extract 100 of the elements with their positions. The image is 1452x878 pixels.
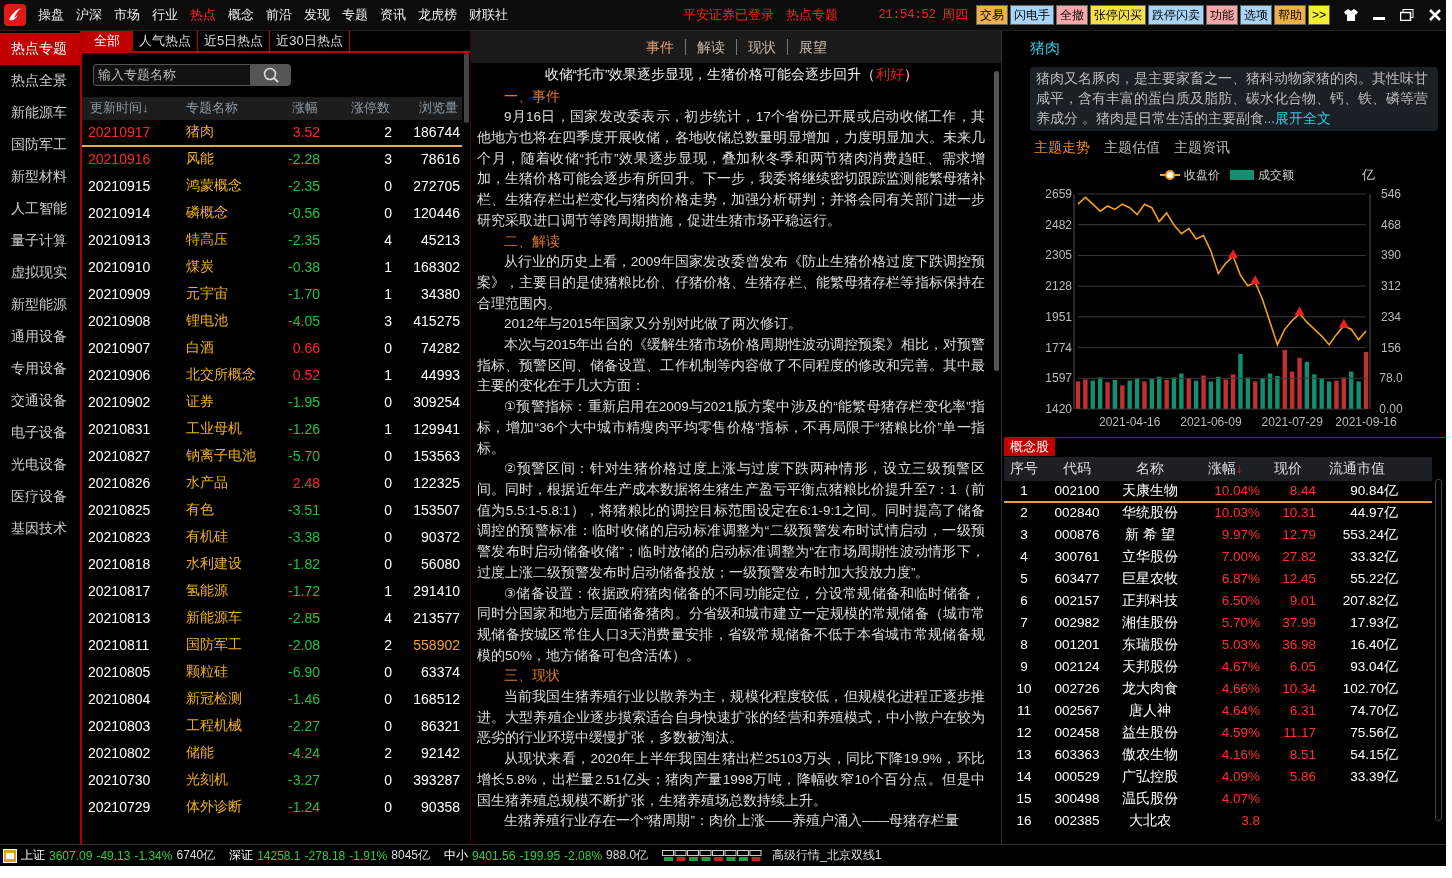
sidebar-item[interactable]: 新能源车 bbox=[0, 96, 80, 129]
toolbar-button[interactable]: 张停闪买 bbox=[1090, 4, 1146, 25]
table-row[interactable]: 20210804 新冠检测 -1.46 0 168512 bbox=[82, 686, 462, 714]
sidebar-item[interactable]: 热点专题 bbox=[0, 32, 80, 65]
table-row[interactable]: 20210915 鸿蒙概念 -2.35 0 272705 bbox=[82, 173, 462, 201]
table-row[interactable]: 20210823 有机硅 -3.38 0 90372 bbox=[82, 524, 462, 552]
toolbar-button[interactable]: 闪电手 bbox=[1010, 4, 1054, 25]
tab[interactable]: 解读 bbox=[684, 38, 736, 55]
table-row[interactable]: 2 002840 华统股份 10.03% 10.31 44.97亿 bbox=[1004, 502, 1432, 525]
column-header[interactable]: 涨幅↓ bbox=[1190, 459, 1260, 478]
menu-item[interactable]: 概念 bbox=[222, 5, 260, 24]
table-row[interactable]: 20210909 元宇宙 -1.70 1 34380 bbox=[82, 281, 462, 309]
table-row[interactable]: 20210811 国防军工 -2.08 2 558902 bbox=[82, 632, 462, 660]
sidebar-item[interactable]: 虚拟现实 bbox=[0, 256, 80, 289]
sidebar-item[interactable]: 交通设备 bbox=[0, 384, 80, 417]
toolbar-button[interactable]: 全撤 bbox=[1056, 4, 1088, 25]
tab[interactable]: 展望 bbox=[786, 38, 838, 55]
table-row[interactable]: 20210802 储能 -4.24 2 92142 bbox=[82, 740, 462, 768]
sidebar-item[interactable]: 国防军工 bbox=[0, 128, 80, 161]
table-row[interactable]: 20210729 体外诊断 -1.24 0 90358 bbox=[82, 794, 462, 822]
menu-item[interactable]: 沪深 bbox=[70, 5, 108, 24]
toolbar-button[interactable]: 帮助 bbox=[1274, 4, 1306, 25]
table-row[interactable]: 20210907 白酒 0.66 0 74282 bbox=[82, 335, 462, 363]
table-row[interactable]: 3 000876 新 希 望 9.97% 12.79 553.24亿 bbox=[1004, 524, 1432, 547]
menu-item[interactable]: 行业 bbox=[146, 5, 184, 24]
table-row[interactable]: 20210818 水利建设 -1.82 0 56080 bbox=[82, 551, 462, 579]
sidebar-item[interactable]: 量子计算 bbox=[0, 224, 80, 257]
column-header[interactable]: 更新时间↓ bbox=[82, 99, 178, 118]
menu-item[interactable]: 市场 bbox=[108, 5, 146, 24]
table-row[interactable]: 8 001201 东瑞股份 5.03% 36.98 16.40亿 bbox=[1004, 634, 1432, 657]
expand-link[interactable]: 展开全文 bbox=[1275, 110, 1331, 126]
table-row[interactable]: 20210825 有色 -3.51 0 153507 bbox=[82, 497, 462, 525]
table-row[interactable]: 13 603363 傲农生物 4.16% 8.51 54.15亿 bbox=[1004, 744, 1432, 767]
sidebar-item[interactable]: 专用设备 bbox=[0, 352, 80, 385]
menu-item[interactable]: 发现 bbox=[298, 5, 336, 24]
table-row[interactable]: 15 300498 温氏股份 4.07% bbox=[1004, 788, 1432, 811]
table-row[interactable]: 20210827 钠离子电池 -5.70 0 153563 bbox=[82, 443, 462, 471]
table-row[interactable]: 20210913 特高压 -2.35 4 45213 bbox=[82, 227, 462, 255]
table-row[interactable]: 20210817 氢能源 -1.72 1 291410 bbox=[82, 578, 462, 606]
tab[interactable]: 全部 bbox=[82, 30, 133, 51]
column-header[interactable]: 序号 bbox=[1004, 459, 1044, 478]
tab[interactable]: 主题走势 bbox=[1034, 138, 1090, 157]
menu-item[interactable]: 资讯 bbox=[374, 5, 412, 24]
sidebar-item[interactable]: 光电设备 bbox=[0, 448, 80, 481]
table-row[interactable]: 16 002385 大北农 3.8 bbox=[1004, 810, 1432, 833]
tab[interactable]: 主题资讯 bbox=[1174, 138, 1230, 157]
toolbar-button[interactable]: 功能 bbox=[1206, 4, 1238, 25]
table-row[interactable]: 5 603477 巨星农牧 6.87% 12.45 55.22亿 bbox=[1004, 568, 1432, 591]
menu-item[interactable]: 专题 bbox=[336, 5, 374, 24]
table-row[interactable]: 20210831 工业母机 -1.26 1 129941 bbox=[82, 416, 462, 444]
tab[interactable]: 现状 bbox=[735, 38, 787, 55]
table-row[interactable]: 20210917 猪肉 3.52 2 186744 bbox=[82, 119, 462, 147]
tab[interactable]: 近5日热点 bbox=[198, 30, 271, 51]
menu-item[interactable]: 龙虎榜 bbox=[412, 5, 463, 24]
column-header[interactable]: 代码 bbox=[1044, 459, 1110, 478]
column-header[interactable]: 涨停数 bbox=[320, 99, 392, 118]
table-row[interactable]: 11 002567 唐人神 4.64% 6.31 74.70亿 bbox=[1004, 700, 1432, 723]
table-row[interactable]: 1 002100 天康生物 10.04% 8.44 90.84亿 bbox=[1004, 480, 1432, 503]
table-row[interactable]: 20210730 光刻机 -3.27 0 393287 bbox=[82, 767, 462, 795]
table-row[interactable]: 20210902 证券 -1.95 0 309254 bbox=[82, 389, 462, 417]
table-row[interactable]: 20210813 新能源车 -2.85 4 213577 bbox=[82, 605, 462, 633]
table-row[interactable]: 20210805 颗粒硅 -6.90 0 63374 bbox=[82, 659, 462, 687]
column-header[interactable]: 专题名称 bbox=[178, 99, 262, 118]
menu-item[interactable]: 财联社 bbox=[463, 5, 514, 24]
sidebar-item[interactable]: 新型材料 bbox=[0, 160, 80, 193]
tab[interactable]: 人气热点 bbox=[133, 30, 198, 51]
table-row[interactable]: 14 000529 广弘控股 4.09% 5.86 33.39亿 bbox=[1004, 766, 1432, 789]
tab[interactable]: 近30日热点 bbox=[270, 30, 350, 51]
menu-item[interactable]: 热点 bbox=[184, 5, 222, 24]
sidebar-item[interactable]: 基因技术 bbox=[0, 512, 80, 545]
menu-item[interactable]: 前沿 bbox=[260, 5, 298, 24]
table-row[interactable]: 20210908 锂电池 -4.05 3 415275 bbox=[82, 308, 462, 336]
column-header[interactable]: 涨幅 bbox=[262, 99, 320, 118]
table-row[interactable]: 6 002157 正邦科技 6.50% 9.01 207.82亿 bbox=[1004, 590, 1432, 613]
table-row[interactable]: 7 002982 湘佳股份 5.70% 37.99 17.93亿 bbox=[1004, 612, 1432, 635]
table-row[interactable]: 20210910 煤炭 -0.38 1 168302 bbox=[82, 254, 462, 282]
toolbar-button[interactable]: 跌停闪卖 bbox=[1148, 4, 1204, 25]
column-header[interactable]: 流通市值 bbox=[1316, 459, 1398, 478]
toolbar-button[interactable]: >> bbox=[1308, 4, 1330, 25]
table-row[interactable]: 10 002726 龙大肉食 4.66% 10.34 102.70亿 bbox=[1004, 678, 1432, 701]
column-header[interactable]: 名称 bbox=[1110, 459, 1190, 478]
table-row[interactable]: 12 002458 益生股份 4.59% 11.17 75.56亿 bbox=[1004, 722, 1432, 745]
tab[interactable]: 主题估值 bbox=[1104, 138, 1160, 157]
sidebar-item[interactable]: 电子设备 bbox=[0, 416, 80, 449]
sidebar-item[interactable]: 通用设备 bbox=[0, 320, 80, 353]
sidebar-item[interactable]: 热点全景 bbox=[0, 64, 80, 97]
search-field[interactable]: 输入专题名称 bbox=[93, 63, 251, 86]
menu-item[interactable]: 操盘 bbox=[32, 5, 70, 24]
section-tab[interactable]: 概念股 bbox=[1004, 437, 1055, 456]
sidebar-item[interactable]: 人工智能 bbox=[0, 192, 80, 225]
column-header[interactable]: 现价 bbox=[1260, 459, 1316, 478]
table-row[interactable]: 20210906 北交所概念 0.52 1 44993 bbox=[82, 362, 462, 390]
sidebar-item[interactable]: 医疗设备 bbox=[0, 480, 80, 513]
table-row[interactable]: 20210803 工程机械 -2.27 0 86321 bbox=[82, 713, 462, 741]
table-row[interactable]: 9 002124 天邦股份 4.67% 6.05 93.04亿 bbox=[1004, 656, 1432, 679]
table-row[interactable]: 20210826 水产品 2.48 0 122325 bbox=[82, 470, 462, 498]
tab[interactable]: 事件 bbox=[634, 38, 685, 55]
table-row[interactable]: 4 300761 立华股份 7.00% 27.82 33.32亿 bbox=[1004, 546, 1432, 569]
table-row[interactable]: 20210916 风能 -2.28 3 78616 bbox=[82, 146, 462, 174]
toolbar-button[interactable]: 选项 bbox=[1240, 4, 1272, 25]
